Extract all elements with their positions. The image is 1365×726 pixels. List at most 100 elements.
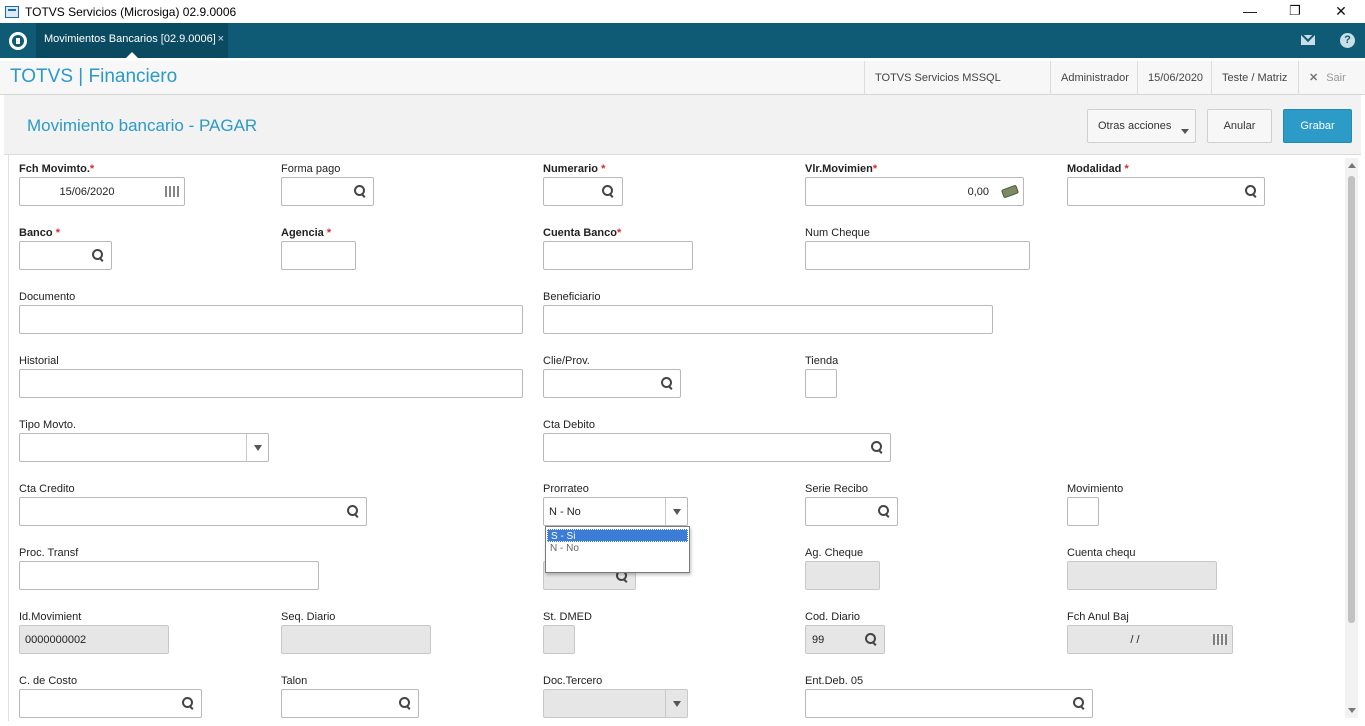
prorrateo-dropdown-list: S - Si N - No xyxy=(545,526,690,573)
search-icon[interactable] xyxy=(399,697,411,709)
prorrateo-select[interactable]: N - No xyxy=(543,497,688,526)
numerario-field[interactable] xyxy=(543,177,623,206)
exit-label: Sair xyxy=(1326,72,1346,84)
label-st-dmed: St. DMED xyxy=(543,611,592,623)
cuenta-chequ-field[interactable] xyxy=(1067,561,1217,590)
scroll-down-icon[interactable] xyxy=(1348,708,1356,713)
label-prorrateo: Prorrateo xyxy=(543,483,589,495)
vlr-movimien-field[interactable]: 0,00 xyxy=(805,177,1024,206)
fch-movimto-field[interactable]: 15/06/2020 xyxy=(19,177,185,206)
ag-cheque-field[interactable] xyxy=(805,561,880,590)
calendar-icon[interactable] xyxy=(165,186,179,197)
form-scrollbar[interactable] xyxy=(1345,158,1358,718)
seq-diario-field[interactable] xyxy=(281,625,431,654)
close-window-button[interactable]: ✕ xyxy=(1318,0,1364,23)
scroll-up-icon[interactable] xyxy=(1348,163,1356,168)
cuenta-banco-field[interactable] xyxy=(543,241,693,270)
modalidad-field[interactable] xyxy=(1067,177,1265,206)
mail-icon[interactable] xyxy=(1301,35,1315,45)
tab-movimientos-bancarios[interactable]: Movimientos Bancarios [02.9.0006] × xyxy=(36,23,228,58)
label-fch-movimto: Fch Movimto.* xyxy=(19,163,95,175)
cod-diario-field[interactable]: 99 xyxy=(805,625,885,654)
tienda-field[interactable] xyxy=(805,369,837,398)
search-icon[interactable] xyxy=(878,505,890,517)
beneficiario-field[interactable] xyxy=(543,305,993,334)
cta-debito-field[interactable] xyxy=(543,433,891,462)
search-icon[interactable] xyxy=(354,185,366,197)
other-actions-label: Otras acciones xyxy=(1098,120,1172,132)
search-icon[interactable] xyxy=(347,505,359,517)
movimiento-field[interactable] xyxy=(1067,497,1099,526)
fch-movimto-value: 15/06/2020 xyxy=(59,186,115,198)
c-de-costo-field[interactable] xyxy=(19,689,202,718)
banco-field[interactable] xyxy=(19,241,112,270)
prorrateo-option-si[interactable]: S - Si xyxy=(547,529,688,542)
restore-button[interactable]: ❐ xyxy=(1272,0,1318,23)
label-talon: Talon xyxy=(281,675,308,687)
label-modalidad: Modalidad * xyxy=(1067,163,1129,175)
id-movimient-field[interactable]: 0000000002 xyxy=(19,625,169,654)
search-icon[interactable] xyxy=(661,377,673,389)
save-button[interactable]: Grabar xyxy=(1283,109,1352,143)
help-icon[interactable]: ? xyxy=(1340,33,1355,48)
label-c-de-costo: C. de Costo xyxy=(19,675,78,687)
fch-anul-baj-field[interactable]: / / xyxy=(1067,625,1233,654)
search-icon[interactable] xyxy=(865,633,877,645)
doc-tercero-select[interactable] xyxy=(543,689,688,718)
exit-button[interactable]: ✕ Sair xyxy=(1298,61,1365,95)
environment-info: TOTVS Servicios MSSQL Peru_27 xyxy=(864,61,1050,118)
num-cheque-field[interactable] xyxy=(805,241,1030,270)
label-banco: Banco * xyxy=(19,227,60,239)
chevron-down-icon[interactable] xyxy=(665,498,688,525)
label-documento: Documento xyxy=(19,291,76,303)
label-cta-credito: Cta Credito xyxy=(19,483,75,495)
branch-info[interactable]: Teste / Matriz xyxy=(1211,61,1298,95)
tab-close-button[interactable]: × xyxy=(218,23,224,56)
label-tienda: Tienda xyxy=(805,355,839,367)
proc-transf-field[interactable] xyxy=(19,561,319,590)
label-id-movimient: Id.Movimient xyxy=(19,611,82,623)
clie-prov-field[interactable] xyxy=(543,369,681,398)
prorrateo-option-no[interactable]: N - No xyxy=(547,542,688,555)
chevron-down-icon[interactable] xyxy=(665,690,688,717)
documento-field[interactable] xyxy=(19,305,523,334)
label-fch-anul-baj: Fch Anul Baj xyxy=(1067,611,1129,623)
agencia-field[interactable] xyxy=(281,241,356,270)
label-proc-transf: Proc. Transf xyxy=(19,547,79,559)
window-title: TOTVS Servicios (Microsiga) 02.9.0006 xyxy=(25,4,237,19)
serie-recibo-field[interactable] xyxy=(805,497,898,526)
chevron-down-icon[interactable] xyxy=(246,434,269,461)
id-movimient-value: 0000000002 xyxy=(25,634,87,646)
search-icon[interactable] xyxy=(92,249,104,261)
label-num-cheque: Num Cheque xyxy=(805,227,870,239)
cancel-button[interactable]: Anular xyxy=(1207,109,1272,143)
historial-field[interactable] xyxy=(19,369,523,398)
scrollbar-thumb[interactable] xyxy=(1348,176,1355,623)
money-icon[interactable] xyxy=(1000,184,1020,199)
app-icon xyxy=(5,5,19,18)
exit-icon: ✕ xyxy=(1309,72,1319,84)
talon-field[interactable] xyxy=(281,689,419,718)
totvs-logo-icon[interactable] xyxy=(9,32,27,50)
movement-form: Fch Movimto.* 15/06/2020 Forma pago Nume… xyxy=(8,155,1358,721)
calendar-icon[interactable] xyxy=(1213,634,1227,645)
label-beneficiario: Beneficiario xyxy=(543,291,601,303)
forma-pago-field[interactable] xyxy=(281,177,374,206)
page-title: Movimiento bancario - PAGAR xyxy=(27,116,258,135)
page-header: Movimiento bancario - PAGAR Otras accion… xyxy=(4,95,1361,155)
other-actions-button[interactable]: Otras acciones xyxy=(1087,109,1196,143)
search-icon[interactable] xyxy=(182,697,194,709)
label-ent-deb-05: Ent.Deb. 05 xyxy=(805,675,864,687)
ent-deb-05-field[interactable] xyxy=(805,689,1093,718)
label-ag-cheque: Ag. Cheque xyxy=(805,547,864,559)
search-icon[interactable] xyxy=(602,185,614,197)
tipo-movto-select[interactable] xyxy=(19,433,269,462)
minimize-button[interactable]: — xyxy=(1227,0,1273,23)
search-icon[interactable] xyxy=(1073,697,1085,709)
st-dmed-field[interactable] xyxy=(543,625,575,654)
search-icon[interactable] xyxy=(871,441,883,453)
app-tabbar: Movimientos Bancarios [02.9.0006] × ? xyxy=(0,23,1365,58)
vlr-movimien-value: 0,00 xyxy=(967,186,989,198)
search-icon[interactable] xyxy=(1245,185,1257,197)
cta-credito-field[interactable] xyxy=(19,497,367,526)
